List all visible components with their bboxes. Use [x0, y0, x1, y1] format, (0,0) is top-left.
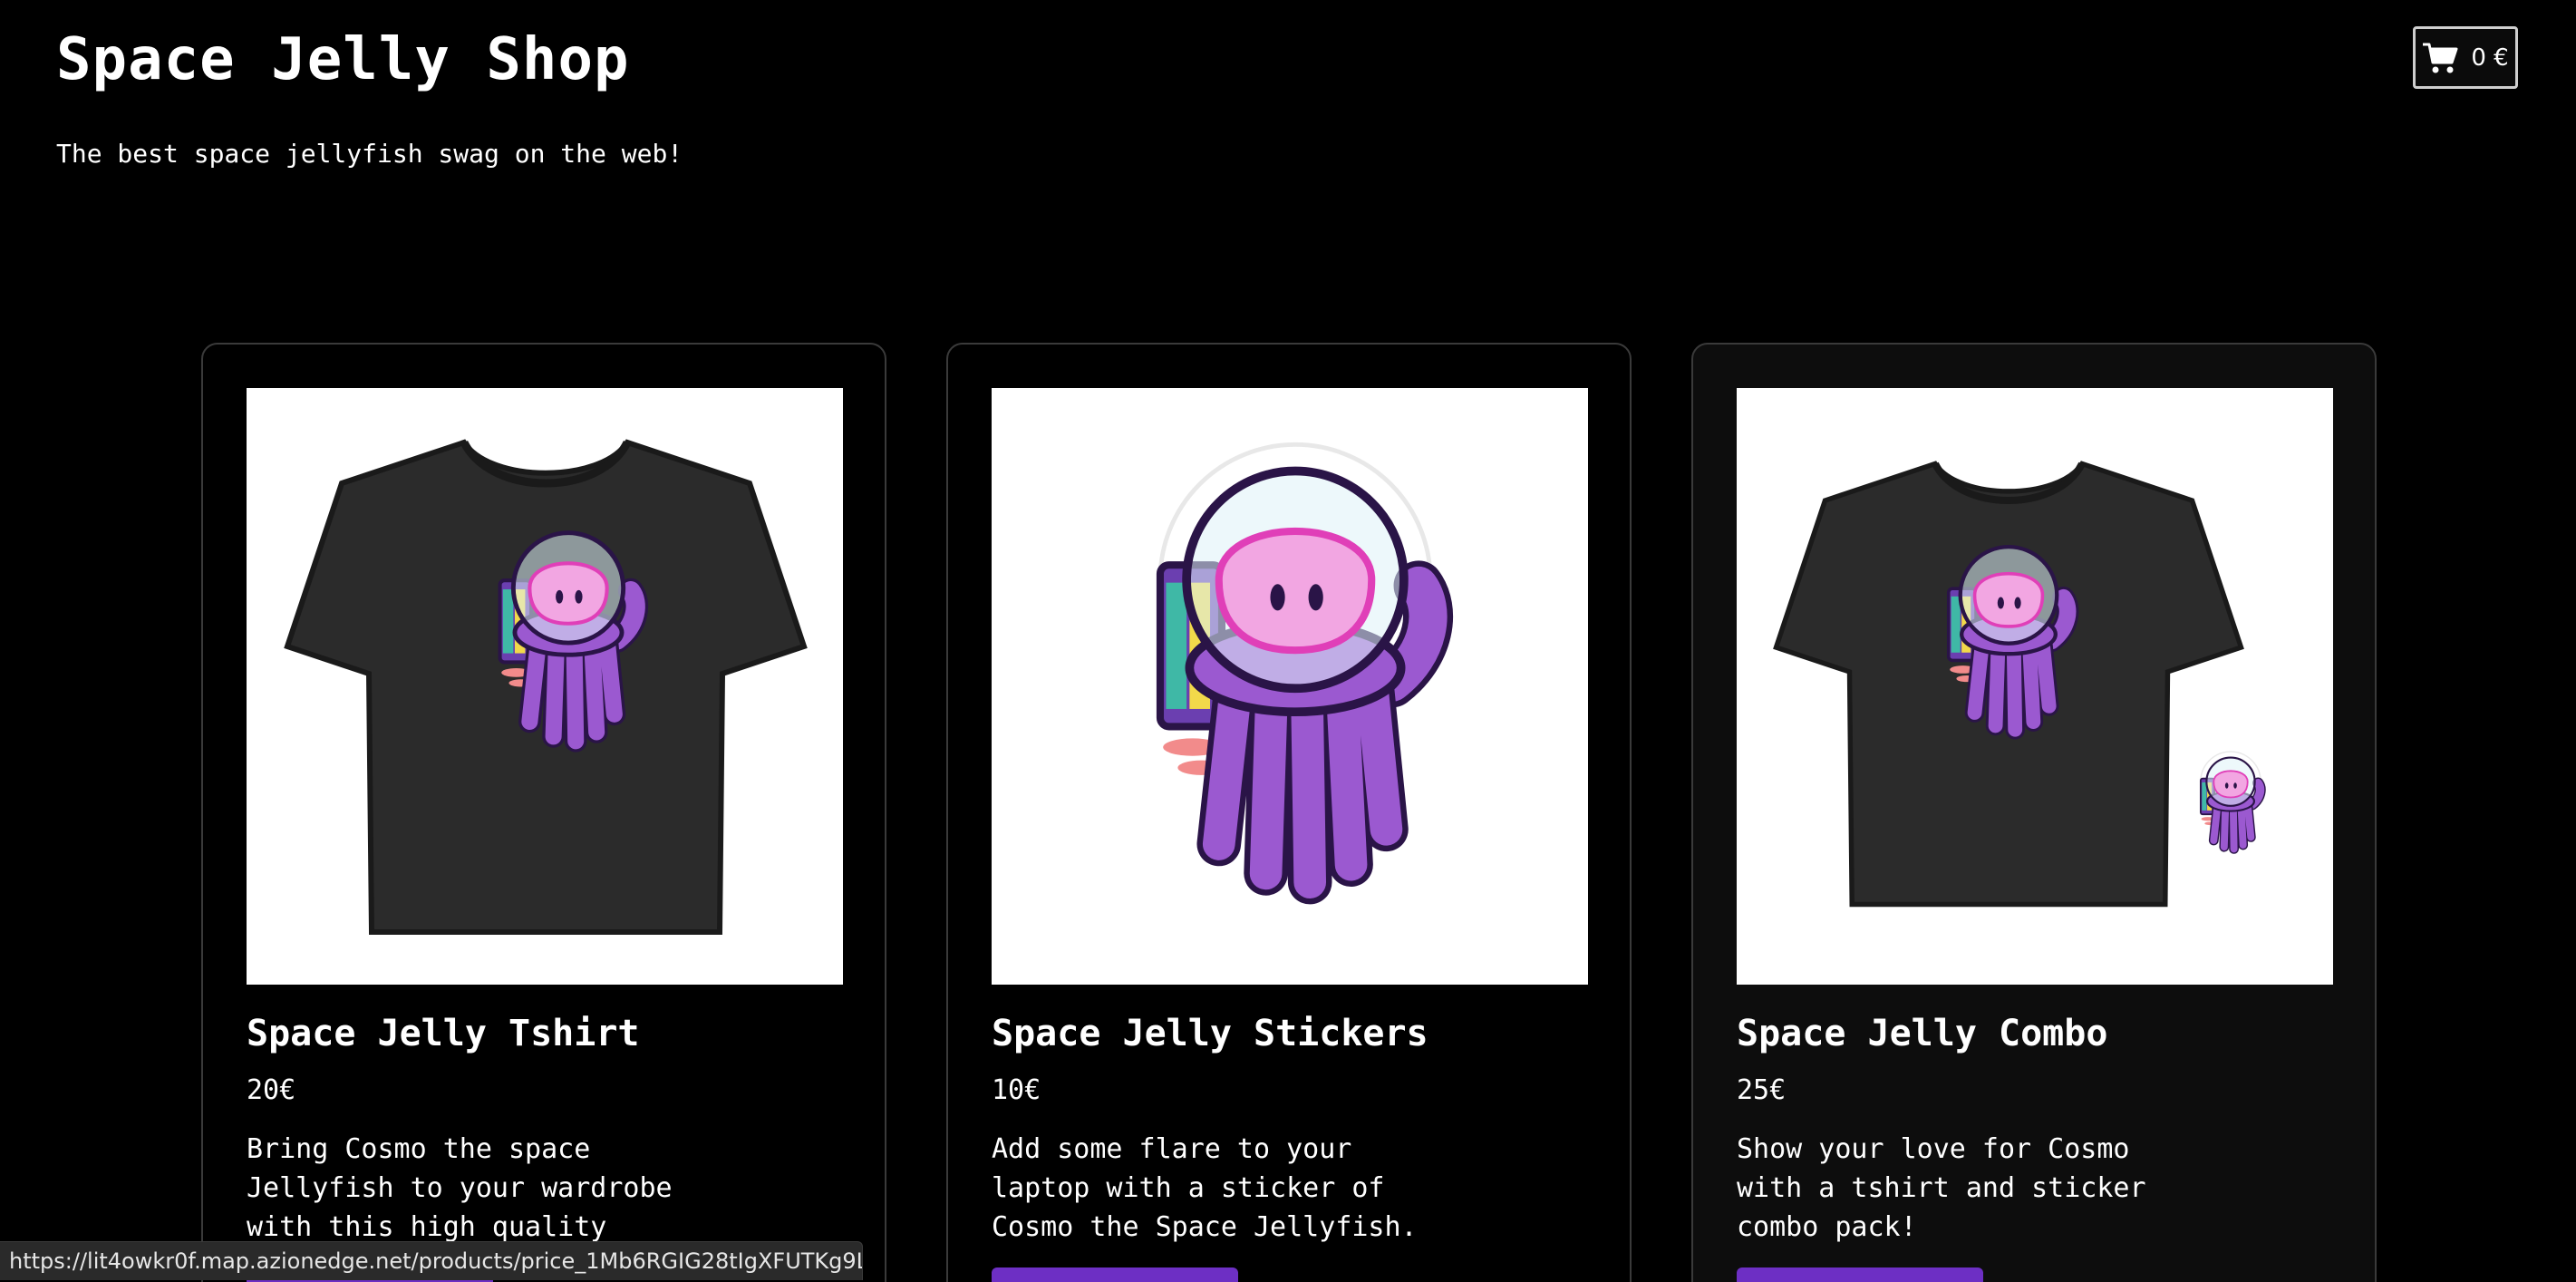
cart-total: 0 €	[2471, 44, 2509, 72]
product-image-stickers[interactable]	[992, 388, 1588, 985]
product-image-combo[interactable]	[1737, 388, 2333, 985]
product-price: 25€	[1737, 1074, 1787, 1106]
sticker-image	[992, 442, 1588, 985]
product-price: 10€	[992, 1074, 1041, 1106]
add-to-cart-button[interactable]	[1737, 1267, 1983, 1282]
shopping-cart-icon	[2423, 43, 2458, 73]
page: Space Jelly Shop The best space jellyfis…	[0, 0, 2576, 1282]
product-title[interactable]: Space Jelly Combo	[1737, 1008, 2107, 1059]
product-card-combo: Space Jelly Combo 25€ Show your love for…	[1691, 343, 2377, 1282]
product-title[interactable]: Space Jelly Tshirt	[247, 1008, 639, 1059]
combo-image	[1737, 388, 2333, 985]
product-card-stickers: Space Jelly Stickers 10€ Add some flare …	[946, 343, 1632, 1282]
site-title: Space Jelly Shop	[56, 26, 630, 93]
product-price: 20€	[247, 1074, 296, 1106]
product-image-tshirt[interactable]	[247, 388, 843, 985]
site-tagline: The best space jellyfish swag on the web…	[56, 139, 683, 169]
product-description: Show your love for Cosmo with a tshirt a…	[1737, 1133, 2146, 1243]
tshirt-image	[247, 388, 843, 985]
product-description: Add some flare to your laptop with a sti…	[992, 1133, 1418, 1243]
product-title[interactable]: Space Jelly Stickers	[992, 1008, 1428, 1059]
add-to-cart-button[interactable]	[992, 1267, 1238, 1282]
cart-button[interactable]: 0 €	[2413, 26, 2518, 89]
link-status-bar: https://lit4owkr0f.map.azionedge.net/pro…	[0, 1241, 863, 1280]
product-card-tshirt: Space Jelly Tshirt 20€ Bring Cosmo the s…	[201, 343, 886, 1282]
